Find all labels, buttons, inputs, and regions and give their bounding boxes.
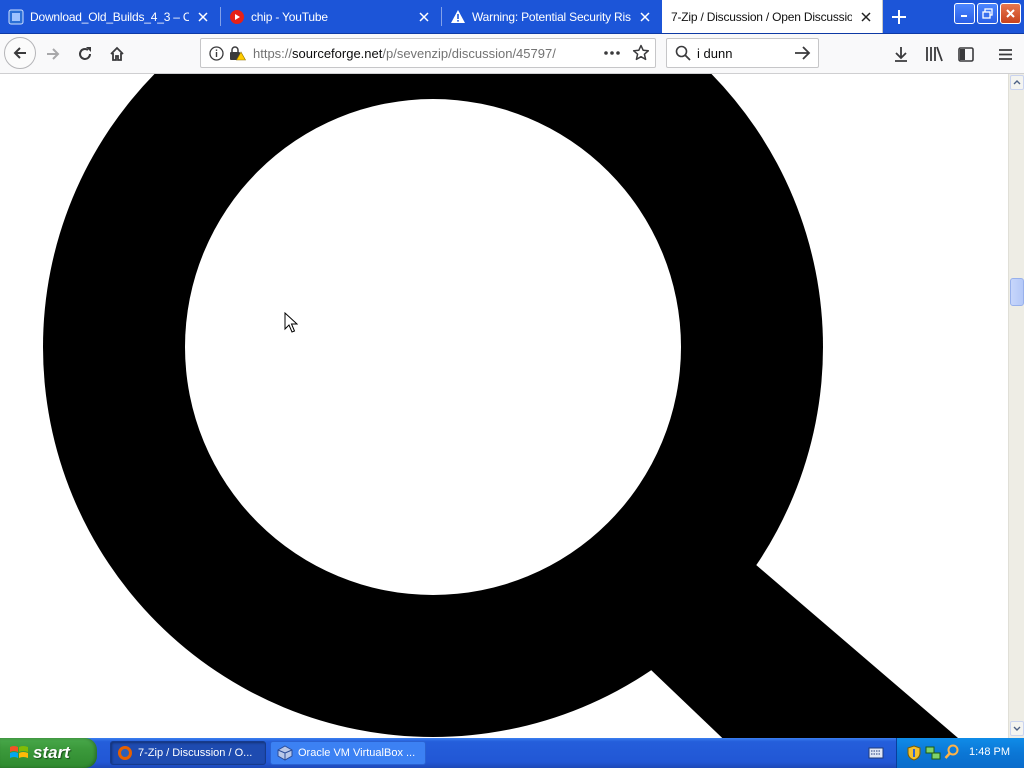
info-icon[interactable] <box>209 46 224 66</box>
close-window-button[interactable] <box>1000 3 1021 24</box>
search-tray-icon[interactable] <box>944 744 960 765</box>
download-icon <box>895 47 907 62</box>
plus-icon <box>892 10 906 24</box>
library-icon <box>926 46 943 62</box>
arrow-left-icon <box>13 47 26 59</box>
taskbar-button-firefox[interactable]: 7-Zip / Discussion / O... <box>110 741 266 765</box>
url-path: /p/sevenzip/discussion/45797/ <box>382 46 556 61</box>
bookmark-star-icon[interactable] <box>632 44 650 67</box>
tab-title: Download_Old_Builds_4_3 – Oracle <box>30 9 189 24</box>
mouse-cursor-icon <box>284 312 298 333</box>
security-shield-icon[interactable] <box>907 745 921 766</box>
library-button[interactable] <box>919 39 949 69</box>
scrollbar-thumb[interactable] <box>1010 278 1024 306</box>
home-icon <box>110 46 124 61</box>
hamburger-menu-icon <box>998 48 1012 60</box>
minimize-icon <box>961 15 967 17</box>
vertical-scrollbar[interactable] <box>1008 74 1024 738</box>
search-bar[interactable] <box>666 38 819 68</box>
warning-icon <box>450 9 466 25</box>
close-tab-icon[interactable] <box>414 7 434 27</box>
magnifying-glass-icon <box>43 74 958 738</box>
youtube-favicon <box>229 9 245 25</box>
lock-warning-icon[interactable] <box>229 46 247 66</box>
tab-strip: Download_Old_Builds_4_3 – Oracle chip - … <box>0 0 1024 34</box>
scroll-up-button[interactable] <box>1010 75 1024 90</box>
tab-youtube[interactable]: chip - YouTube <box>221 0 440 33</box>
search-input[interactable] <box>697 44 787 62</box>
url-host: sourceforge.net <box>292 46 383 61</box>
chevron-up-icon <box>1013 80 1021 85</box>
virtualbox-favicon <box>8 9 24 25</box>
firefox-icon <box>117 745 133 761</box>
reload-icon <box>79 47 91 60</box>
system-tray: 1:48 PM <box>896 738 1024 768</box>
tab-7zip-discussion[interactable]: 7-Zip / Discussion / Open Discussion <box>662 0 883 33</box>
network-icon[interactable] <box>925 745 941 766</box>
start-label: start <box>33 743 70 762</box>
url-scheme: https:// <box>253 46 293 61</box>
arrow-right-icon <box>47 48 60 60</box>
minimize-button[interactable] <box>954 3 975 24</box>
restore-icon <box>982 8 993 19</box>
taskbar: start 7-Zip / Discussion / O... Oracle V… <box>0 738 1024 768</box>
restore-button[interactable] <box>977 3 998 24</box>
search-go-icon[interactable] <box>794 45 811 66</box>
tab-title: Warning: Potential Security Risk Ahead <box>472 9 631 24</box>
taskbar-button-label: Oracle VM VirtualBox ... <box>298 747 416 759</box>
taskbar-button-label: 7-Zip / Discussion / O... <box>138 747 253 759</box>
virtualbox-icon <box>277 745 293 761</box>
url-bar[interactable]: https://sourceforge.net/p/sevenzip/discu… <box>200 38 656 68</box>
clock: 1:48 PM <box>969 746 1010 758</box>
page-actions-icon[interactable] <box>603 46 621 65</box>
tab-download-old-builds[interactable]: Download_Old_Builds_4_3 – Oracle <box>0 0 219 33</box>
keyboard-icon[interactable] <box>868 746 884 765</box>
menu-button[interactable] <box>990 39 1020 69</box>
close-icon <box>1006 9 1015 18</box>
navigation-toolbar: https://sourceforge.net/p/sevenzip/discu… <box>0 34 1024 74</box>
chevron-down-icon <box>1013 726 1021 731</box>
reload-button[interactable] <box>70 39 100 69</box>
windows-logo-icon <box>9 744 29 762</box>
start-button[interactable]: start <box>0 738 97 768</box>
close-tab-icon[interactable] <box>635 7 655 27</box>
close-tab-icon[interactable] <box>193 7 213 27</box>
tab-security-warning[interactable]: Warning: Potential Security Risk Ahead <box>442 0 661 33</box>
sidebar-button[interactable] <box>951 39 981 69</box>
new-tab-button[interactable] <box>886 4 912 30</box>
home-button[interactable] <box>102 39 132 69</box>
back-button[interactable] <box>4 37 36 69</box>
downloads-button[interactable] <box>886 39 916 69</box>
search-icon <box>675 45 691 66</box>
taskbar-button-virtualbox[interactable]: Oracle VM VirtualBox ... <box>270 741 426 765</box>
tab-title: chip - YouTube <box>251 9 328 24</box>
scroll-down-button[interactable] <box>1010 721 1024 736</box>
tab-title: 7-Zip / Discussion / Open Discussion <box>671 9 852 24</box>
forward-button[interactable] <box>38 39 68 69</box>
sidebar-icon <box>958 46 974 62</box>
page-content <box>0 74 1008 738</box>
close-tab-icon[interactable] <box>856 7 876 27</box>
url-text: https://sourceforge.net/p/sevenzip/discu… <box>253 46 556 61</box>
